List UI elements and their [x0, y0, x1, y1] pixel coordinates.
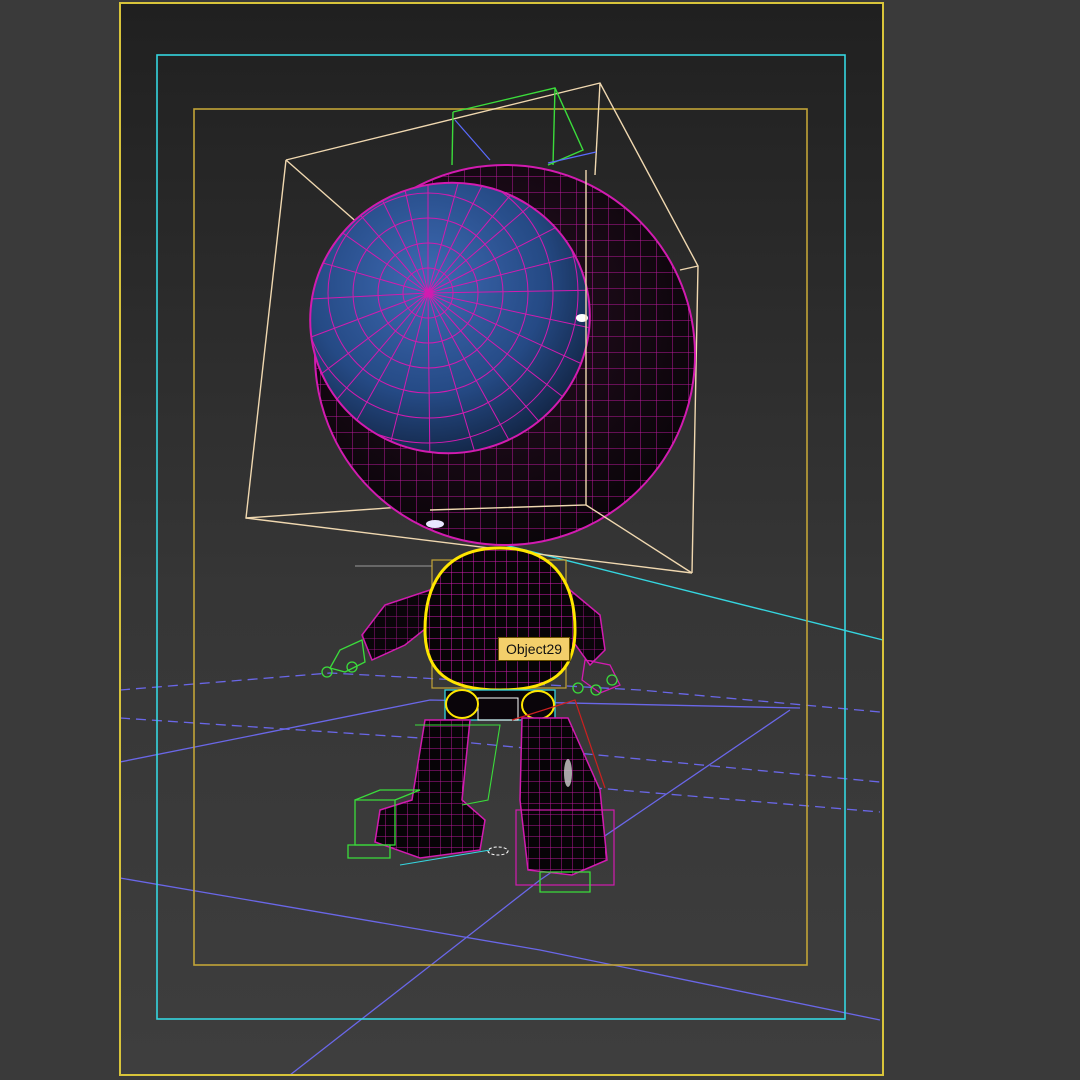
3d-viewport[interactable]: Object29 — [0, 0, 1080, 1080]
character-hips[interactable] — [444, 689, 556, 721]
object-name-tooltip: Object29 — [498, 637, 571, 661]
viewport-canvas[interactable] — [0, 0, 1080, 1080]
character-torso[interactable] — [420, 545, 580, 695]
